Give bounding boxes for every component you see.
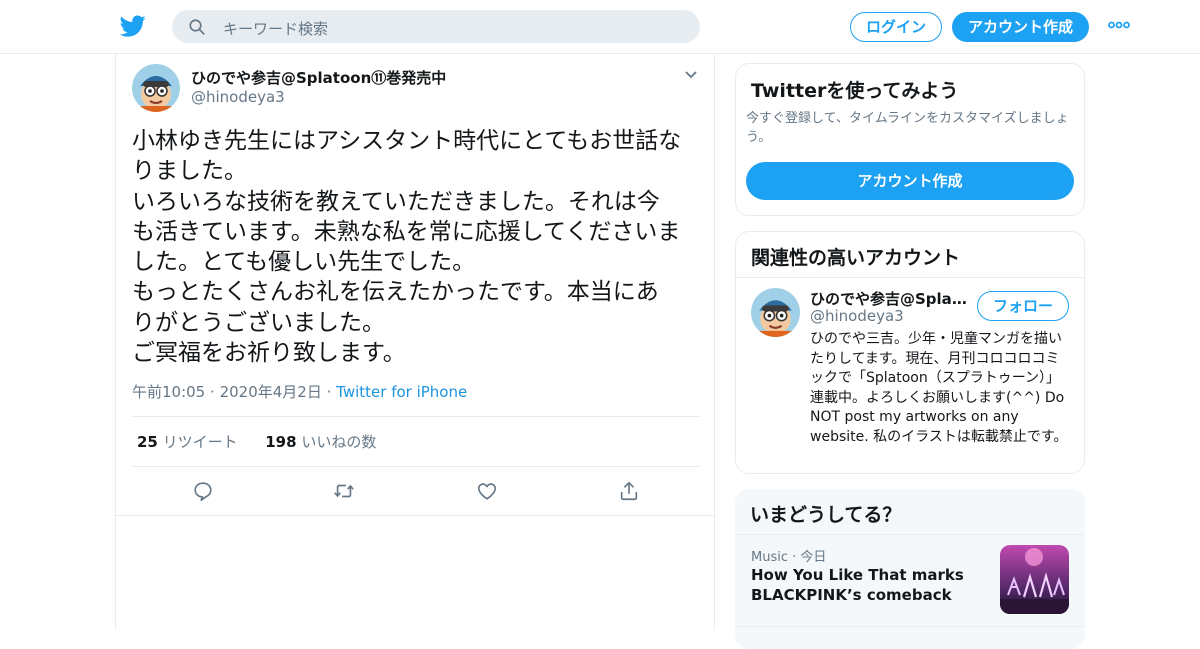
tweet-detail-column: ひのでや参吉@Splatoon⑪巻発売中 @hinodeya3 小林ゆき先生には… [115,54,715,630]
separator-dot: · [210,383,220,401]
divider [132,466,700,467]
retweet-count[interactable]: 25 [137,433,158,451]
signup-card: Twitterを使ってみよう 今すぐ登録して、タイムラインをカスタマイズしましょ… [735,63,1085,216]
author-name[interactable]: ひのでや参吉@Splatoon⑪巻発売中 [191,67,446,88]
like-count[interactable]: 198 [265,433,296,451]
related-accounts-card: 関連性の高いアカウント ひのでや参吉@Splatoon⑪巻発売中 @hinode… [735,231,1085,474]
tweet-stats: 25 リツイート 198 いいねの数 [137,431,376,452]
tweet-text-line: 小林ゆき先生にはアシスタント時代にとてもお世話な [132,128,682,154]
related-card-title: 関連性の高いアカウント [751,247,961,269]
twitter-bird-logo-icon[interactable] [120,13,146,39]
tweet-text-line: いろいろな技術を教えていただきました。それは今 [132,188,660,215]
author-avatar[interactable] [132,64,180,112]
tweet-metadata: 午前10:05 · 2020年4月2日 · Twitter for iPhone [132,381,467,402]
create-account-button[interactable]: アカウント作成 [746,162,1074,200]
tweet-source-link[interactable]: Twitter for iPhone [336,383,467,401]
trends-card: いまどうしてる？ Music · 今日 How You Like That ma… [735,489,1085,649]
signup-card-subtitle: 今すぐ登録して、タイムラインをカスタマイズしましょう。 [746,111,1069,145]
tweet-text-line: りました。 [132,158,247,185]
concert-stage-thumbnail-icon [1000,545,1069,614]
separator-dot: · [326,383,337,401]
trend-category: Music [751,550,788,565]
chevron-down-icon[interactable] [684,70,698,80]
tweet-time[interactable]: 午前10:05 [132,383,205,401]
reply-icon[interactable] [192,480,214,502]
divider [116,515,714,516]
tweet-date[interactable]: 2020年4月2日 [220,383,322,401]
related-account-bio: ひのでや三吉。少年・児童マンガを描いたりしてます。現在、月刊コロコロコミックで「… [810,331,1068,445]
related-account-handle[interactable]: @hinodeya3 [810,307,904,325]
follow-button[interactable]: フォロー [977,291,1069,321]
trend-meta: Music · 今日 [751,546,826,565]
divider [735,626,1085,627]
related-account-avatar[interactable] [751,288,800,337]
retweet-label[interactable]: リツイート [163,433,238,451]
tweet-text-line: も活きています。未熟な私を常に応援してくださいま [132,218,681,245]
search-icon [189,19,205,35]
trend-headline[interactable]: How You Like That marks BLACKPINK’s come… [751,565,971,605]
top-navigation-bar: キーワード検索 ログイン アカウント作成 [0,0,1200,54]
login-button[interactable]: ログイン [850,12,942,42]
tweet-text-line: もっとたくさんお礼を伝えたかったです。本当にあ [132,279,659,306]
divider [132,416,700,417]
trend-thumbnail[interactable] [1000,545,1069,614]
like-label[interactable]: いいねの数 [301,433,376,451]
trends-card-title: いまどうしてる？ [750,504,902,526]
more-options-icon[interactable] [1108,18,1130,32]
tweet-text-line: ご冥福をお祈り致します。 [132,340,406,367]
tweet-text-line: りがとうございました。 [132,309,385,336]
author-handle[interactable]: @hinodeya3 [191,88,285,106]
tweet-text: 小林ゆき先生にはアシスタント時代にとてもお世話な りました。 いろいろな技術を教… [132,126,707,368]
divider [736,277,1084,278]
avatar-illustration-icon [132,64,180,112]
search-placeholder[interactable]: キーワード検索 [223,18,328,39]
like-heart-icon[interactable] [476,480,498,502]
share-icon[interactable] [618,480,640,502]
divider [735,534,1085,535]
tweet-text-line: した。とても優しい先生でした。 [132,249,476,276]
avatar-illustration-icon [751,288,800,337]
retweet-icon[interactable] [333,480,355,502]
signup-button[interactable]: アカウント作成 [952,12,1089,42]
signup-card-title: Twitterを使ってみよう [751,80,959,102]
search-box[interactable]: キーワード検索 [172,10,700,43]
trend-time: 今日 [800,550,827,565]
related-account-name[interactable]: ひのでや参吉@Splatoon⑪巻発売中 [810,288,970,309]
